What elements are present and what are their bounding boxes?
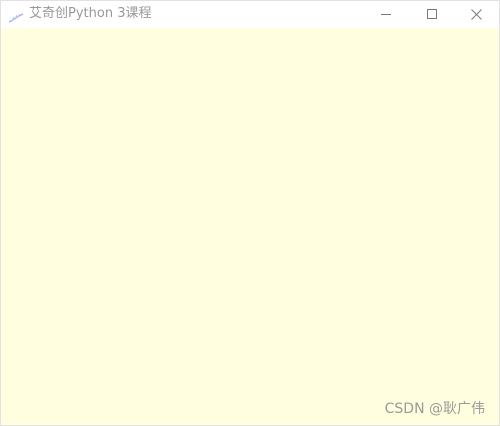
close-icon — [471, 9, 482, 20]
title-bar[interactable]: 艾奇创Python 3课程 — [1, 1, 499, 28]
minimize-button[interactable] — [363, 1, 409, 28]
client-area[interactable]: CSDN @耿广伟 — [1, 28, 499, 425]
minimize-icon — [381, 14, 391, 15]
maximize-icon — [427, 9, 437, 19]
feather-icon — [8, 9, 24, 23]
maximize-button[interactable] — [409, 1, 455, 28]
watermark-text: CSDN @耿广伟 — [384, 401, 485, 417]
app-window: 艾奇创Python 3课程 CSDN @耿广伟 — [0, 0, 500, 426]
window-title: 艾奇创Python 3课程 — [29, 6, 152, 21]
close-button[interactable] — [453, 1, 499, 28]
